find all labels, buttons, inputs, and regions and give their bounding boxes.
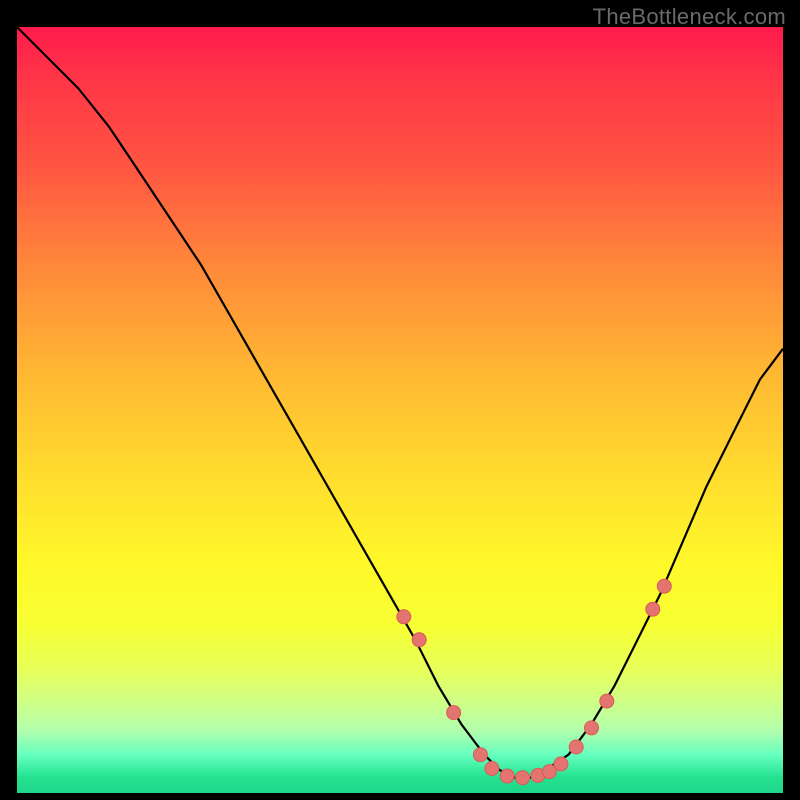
highlight-dot xyxy=(646,602,660,616)
highlight-dot xyxy=(600,694,614,708)
highlight-dot xyxy=(554,757,568,771)
highlight-dot xyxy=(485,762,499,776)
highlight-dot xyxy=(569,740,583,754)
highlight-dot xyxy=(500,769,514,783)
highlight-dot xyxy=(447,706,461,720)
highlight-dot xyxy=(516,771,530,785)
highlight-dots xyxy=(397,579,672,785)
bottleneck-curve xyxy=(17,27,783,778)
chart-overlay xyxy=(17,27,783,793)
highlight-dot xyxy=(412,633,426,647)
highlight-dot xyxy=(585,721,599,735)
highlight-dot xyxy=(657,579,671,593)
highlight-dot xyxy=(473,748,487,762)
highlight-dot xyxy=(397,610,411,624)
